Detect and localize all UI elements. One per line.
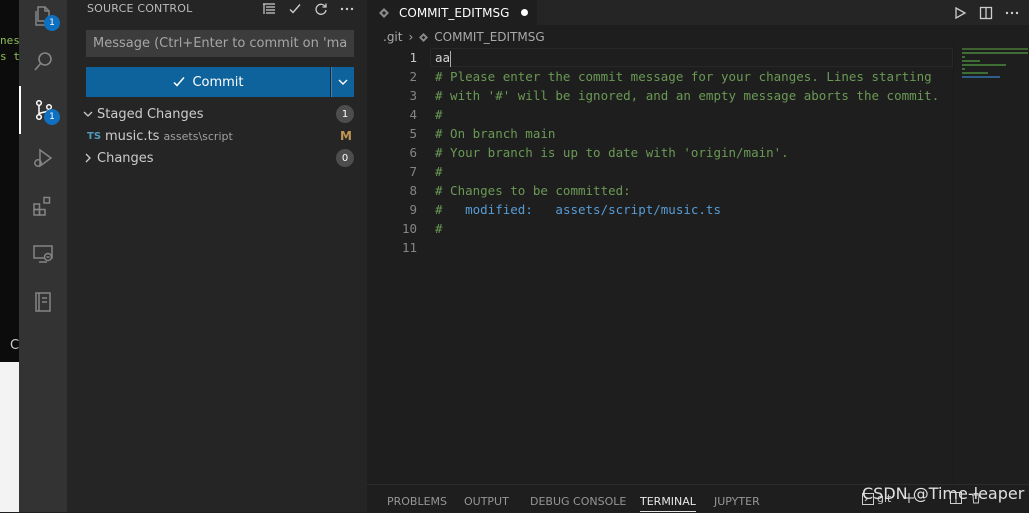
line-number: 10 bbox=[401, 221, 417, 236]
code-line[interactable]: # Changes to be committed: bbox=[435, 181, 939, 200]
code-line[interactable] bbox=[435, 238, 939, 257]
breadcrumb-file[interactable]: COMMIT_EDITMSG bbox=[434, 30, 544, 44]
file-name: music.ts bbox=[105, 128, 160, 144]
background-window: nes s t C bbox=[0, 0, 20, 512]
editor-text-area[interactable]: aa # Please enter the commit message for… bbox=[435, 48, 939, 257]
extensions-button[interactable] bbox=[19, 182, 67, 230]
line-number: 4 bbox=[409, 107, 417, 122]
file-diamond-icon bbox=[419, 32, 429, 42]
chevron-right-icon: › bbox=[408, 30, 414, 44]
tab-problems[interactable]: PROBLEMS bbox=[387, 495, 447, 508]
minimap[interactable] bbox=[953, 44, 1029, 484]
modified-status: M bbox=[340, 129, 352, 143]
line-number: 2 bbox=[409, 69, 417, 84]
background-panel bbox=[0, 362, 19, 512]
code-line[interactable]: # Your branch is up to date with 'origin… bbox=[435, 143, 939, 162]
line-number: 1 bbox=[409, 50, 417, 65]
extensions-icon bbox=[33, 196, 51, 216]
source-control-button[interactable]: 1 bbox=[19, 86, 67, 134]
line-number: 9 bbox=[409, 202, 417, 217]
remote-explorer-icon bbox=[33, 245, 53, 263]
tree-list-icon bbox=[263, 3, 275, 14]
explorer-badge: 1 bbox=[44, 15, 60, 31]
commit-button[interactable]: Commit bbox=[86, 67, 330, 97]
unsaved-dot-icon[interactable] bbox=[521, 9, 529, 16]
watermark: CSDN @Time-leaper bbox=[862, 484, 1025, 503]
tab-debug-console[interactable]: DEBUG CONSOLE bbox=[530, 495, 626, 508]
code-line[interactable]: # On branch main bbox=[435, 124, 939, 143]
remote-explorer-button[interactable] bbox=[19, 230, 67, 278]
typescript-icon: TS bbox=[87, 130, 102, 142]
explorer-button[interactable]: 1 bbox=[19, 0, 67, 40]
breadcrumb-git[interactable]: .git bbox=[383, 30, 402, 44]
check-icon bbox=[289, 4, 301, 14]
run-debug-button[interactable] bbox=[19, 134, 67, 182]
line-number: 3 bbox=[409, 88, 417, 103]
check-icon bbox=[173, 77, 186, 87]
breadcrumb: .git › COMMIT_EDITMSG bbox=[367, 26, 545, 48]
staged-changes-header[interactable]: Staged Changes 1 bbox=[67, 103, 367, 125]
tab-output[interactable]: OUTPUT bbox=[464, 495, 509, 508]
split-editor-icon[interactable] bbox=[979, 6, 993, 20]
editor-actions bbox=[953, 0, 1029, 25]
code-line[interactable]: # Please enter the commit message for yo… bbox=[435, 67, 939, 86]
staged-changes-label: Staged Changes bbox=[97, 106, 204, 122]
line-number: 7 bbox=[409, 164, 417, 179]
file-path: assets\script bbox=[163, 129, 233, 143]
file-diamond-icon bbox=[379, 7, 389, 18]
more-actions-button[interactable] bbox=[339, 0, 355, 18]
staged-file-item[interactable]: TS music.ts assets\script M bbox=[67, 125, 367, 147]
changes-header[interactable]: Changes 0 bbox=[67, 147, 367, 169]
notebook-button[interactable] bbox=[19, 278, 67, 326]
code-line[interactable]: # modified: assets/script/music.ts bbox=[435, 200, 939, 219]
notebook-icon bbox=[35, 292, 51, 312]
code-line[interactable]: # with '#' will be ignored, and an empty… bbox=[435, 86, 939, 105]
search-icon bbox=[34, 52, 52, 71]
source-control-badge: 1 bbox=[44, 109, 60, 125]
tab-jupyter[interactable]: JUPYTER bbox=[714, 495, 760, 508]
changes-count: 0 bbox=[336, 149, 354, 167]
ellipsis-icon[interactable] bbox=[1005, 6, 1019, 20]
refresh-icon bbox=[315, 3, 327, 15]
code-line[interactable]: # bbox=[435, 162, 939, 181]
sidebar-actions bbox=[261, 0, 355, 18]
commit-check-button[interactable] bbox=[287, 0, 303, 18]
chevron-down-icon bbox=[338, 79, 348, 85]
line-number: 5 bbox=[409, 126, 417, 141]
line-number: 6 bbox=[409, 145, 417, 160]
view-as-tree-button[interactable] bbox=[261, 0, 277, 18]
chevron-right-icon bbox=[85, 153, 91, 163]
background-terminal-line: nes bbox=[0, 34, 20, 47]
tab-commit-editmsg[interactable]: COMMIT_EDITMSG bbox=[367, 0, 537, 25]
text-caret bbox=[450, 50, 452, 67]
tab-terminal[interactable]: TERMINAL bbox=[640, 495, 696, 512]
sidebar-title: SOURCE CONTROL bbox=[87, 2, 193, 15]
activity-bar: 1 1 bbox=[19, 0, 67, 512]
line-number: 8 bbox=[409, 183, 417, 198]
code-line-text: aa bbox=[435, 50, 451, 65]
code-line[interactable]: aa bbox=[435, 48, 939, 67]
code-line-hash: # bbox=[435, 202, 443, 217]
ellipsis-icon bbox=[340, 7, 354, 11]
chevron-down-icon bbox=[83, 111, 93, 117]
tab-label: COMMIT_EDITMSG bbox=[399, 5, 510, 20]
background-terminal-line: s t bbox=[0, 50, 20, 63]
commit-options-button[interactable] bbox=[331, 67, 354, 97]
editor-tab-bar: COMMIT_EDITMSG bbox=[367, 0, 1029, 25]
code-line[interactable]: # bbox=[435, 105, 939, 124]
modified-file-entry: modified: assets/script/music.ts bbox=[442, 202, 721, 217]
commit-button-label: Commit bbox=[192, 74, 244, 90]
line-number-gutter: 1 2 3 4 5 6 7 8 9 10 11 bbox=[367, 48, 417, 257]
run-icon[interactable] bbox=[953, 6, 967, 20]
code-line[interactable]: # bbox=[435, 219, 939, 238]
refresh-button[interactable] bbox=[313, 0, 329, 18]
line-number: 11 bbox=[401, 240, 417, 255]
background-letter: C bbox=[10, 338, 20, 353]
commit-message-input[interactable] bbox=[86, 30, 354, 57]
search-button[interactable] bbox=[19, 38, 67, 86]
staged-changes-count: 1 bbox=[336, 105, 354, 123]
source-control-sidebar: SOURCE CONTROL Commit Staged Changes 1 T… bbox=[67, 0, 367, 512]
changes-label: Changes bbox=[97, 150, 154, 166]
run-debug-icon bbox=[34, 148, 53, 168]
